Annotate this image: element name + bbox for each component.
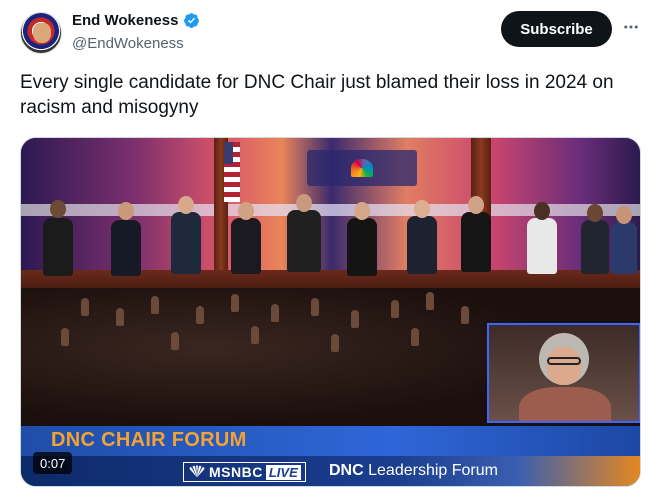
author-handle[interactable]: @EndWokeness	[72, 35, 184, 52]
video-timestamp: 0:07	[33, 452, 73, 474]
program-title-bold: DNC	[329, 462, 364, 479]
peacock-logo-icon	[351, 159, 373, 177]
live-tag: LIVE	[265, 464, 301, 480]
subscribe-button[interactable]: Subscribe	[501, 11, 612, 47]
avatar-portrait-icon	[33, 23, 51, 43]
verified-badge-icon	[184, 13, 200, 28]
msnbc-stage-logo	[307, 150, 417, 186]
american-flag-icon	[224, 142, 240, 202]
lower-third-banner: DNC CHAIR FORUM	[21, 426, 640, 456]
author-avatar[interactable]	[20, 12, 62, 54]
network-name: MSNBC	[209, 464, 263, 480]
more-options-icon[interactable]	[620, 16, 642, 38]
network-ticker-bar: MSNBC LIVE DNC Leadership Forum	[21, 456, 640, 486]
msnbc-live-logo: MSNBC LIVE	[183, 462, 306, 482]
post-text: Every single candidate for DNC Chair jus…	[20, 72, 614, 118]
program-title-rest: Leadership Forum	[363, 462, 498, 479]
video-player[interactable]: DNC CHAIR FORUM MSNBC LIVE DNC Leadershi…	[20, 137, 641, 487]
peacock-icon	[189, 465, 205, 478]
author-display-name[interactable]: End Wokeness	[72, 12, 178, 29]
program-title: DNC Leadership Forum	[329, 462, 498, 480]
inset-speaker-video	[487, 323, 640, 423]
glasses-icon	[547, 357, 581, 365]
author-name-row: End Wokeness	[72, 12, 200, 29]
lower-third-title: DNC CHAIR FORUM	[51, 429, 247, 451]
post-card: End Wokeness @EndWokeness Subscribe Ever…	[0, 0, 661, 504]
